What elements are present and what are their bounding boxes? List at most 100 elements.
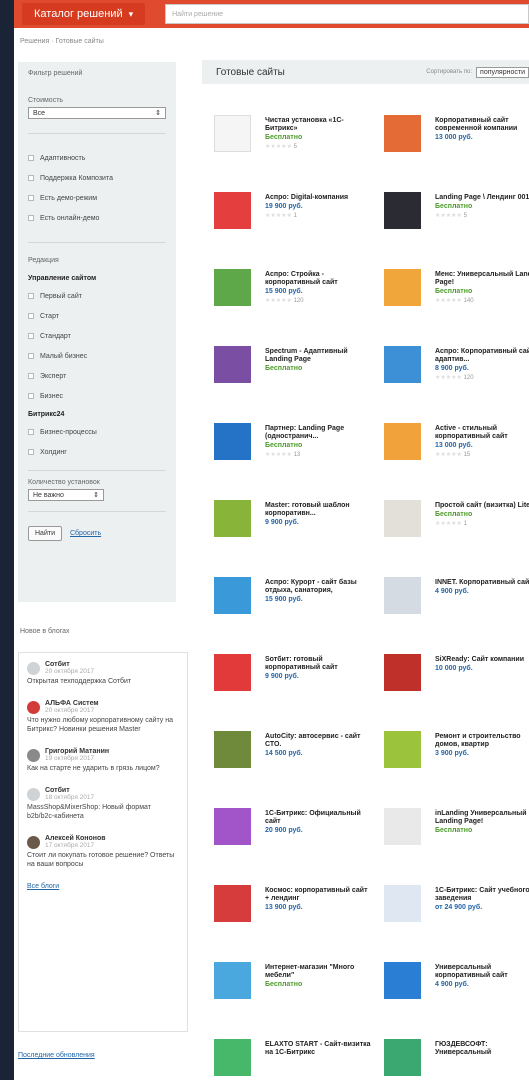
all-blogs-link[interactable]: Все блоги <box>27 883 179 890</box>
checkbox-icon[interactable] <box>28 215 34 221</box>
blog-text[interactable]: Что нужно любому корпоративному сайту на… <box>27 716 179 734</box>
solution-card[interactable]: Sотбит: готовый корпоративный сайт 9 900 … <box>214 654 374 724</box>
blog-author[interactable]: Сотбит <box>45 661 94 668</box>
solution-card[interactable]: Универсальный корпоративный сайт 4 900 ру… <box>384 962 529 1032</box>
solution-card[interactable]: SiXReady: Сайт компании 10 000 руб. <box>384 654 529 724</box>
solution-card[interactable]: INNET. Корпоративный сайт v84 900 руб. <box>384 577 529 647</box>
solution-title[interactable]: AutoCity: автосервис - сайт СТО. <box>265 733 373 749</box>
blog-author[interactable]: Сотбит <box>45 787 94 794</box>
solution-title[interactable]: 1С-Битрикс: Сайт учебного заведения <box>435 887 529 903</box>
checkbox-icon[interactable] <box>28 175 34 181</box>
checkbox-icon[interactable] <box>28 313 34 319</box>
installs-select[interactable]: Не важно ⇕ <box>28 489 104 501</box>
solution-thumbnail[interactable] <box>384 346 421 383</box>
filter-checkbox[interactable]: Поддержка Композита <box>28 168 166 188</box>
blog-item[interactable]: Григорий Матанин 19 октября 2017 Как на ст… <box>27 748 179 773</box>
solution-card[interactable]: Корпоративный сайт современной компании 1… <box>384 115 529 185</box>
find-button[interactable]: Найти <box>28 526 62 541</box>
blog-text[interactable]: Стоит ли покупать готовое решение? Ответ… <box>27 851 179 869</box>
filter-checkbox[interactable]: Первый сайт <box>28 286 166 306</box>
solution-card[interactable]: Интернет-магазин "Много мебели" Бесплатно <box>214 962 374 1032</box>
solution-thumbnail[interactable] <box>384 808 421 845</box>
filter-checkbox[interactable]: Адаптивность <box>28 148 166 168</box>
filter-checkbox[interactable]: Эксперт <box>28 366 166 386</box>
solution-thumbnail[interactable] <box>214 269 251 306</box>
solution-thumbnail[interactable] <box>214 500 251 537</box>
solution-title[interactable]: ГЮЗДЕВСОФТ: Универсальный <box>435 1041 529 1057</box>
blog-author[interactable]: АЛЬФА Систем <box>45 700 99 707</box>
solution-card[interactable]: ELAXTO START - Сайт-визитка на 1С-Битрик… <box>214 1039 374 1080</box>
blog-item[interactable]: Сотбит 20 октября 2017 Открытая техподдерж… <box>27 661 179 686</box>
solution-title[interactable]: Spectrum - Адаптивный Landing Page <box>265 348 373 364</box>
solution-card[interactable]: Ремонт и строительство домов, квартир 3 9… <box>384 731 529 801</box>
solution-thumbnail[interactable] <box>214 1039 251 1076</box>
solution-thumbnail[interactable] <box>384 423 421 460</box>
solution-thumbnail[interactable] <box>384 269 421 306</box>
solution-card[interactable]: 1С-Битрикс: Сайт учебного заведения от 24… <box>384 885 529 955</box>
blog-text[interactable]: MassShop&MixerShop: Новый формат b2b/b2c… <box>27 803 179 821</box>
solution-title[interactable]: Менс: Универсальный Landing Page! <box>435 271 529 287</box>
filter-checkbox[interactable]: Старт <box>28 306 166 326</box>
solution-title[interactable]: Аспро: Стройка - корпоративный сайт <box>265 271 373 287</box>
solution-title[interactable]: Sотбит: готовый корпоративный сайт <box>265 656 373 672</box>
solution-card[interactable]: inLanding Универсальный Landing Page! Бес… <box>384 808 529 878</box>
solution-card[interactable]: Космос: корпоративный сайт + лендинг 13 9… <box>214 885 374 955</box>
checkbox-icon[interactable] <box>28 155 34 161</box>
solution-thumbnail[interactable] <box>214 731 251 768</box>
solution-thumbnail[interactable] <box>384 115 421 152</box>
last-updates-link[interactable]: Последние обновления <box>18 1052 95 1059</box>
solution-thumbnail[interactable] <box>214 808 251 845</box>
solution-thumbnail[interactable] <box>384 654 421 691</box>
solution-thumbnail[interactable] <box>384 577 421 614</box>
blog-item[interactable]: Алексей Кононов 17 октября 2017 Стоит ли п… <box>27 835 179 869</box>
blog-author[interactable]: Алексей Кононов <box>45 835 106 842</box>
solution-thumbnail[interactable] <box>384 962 421 999</box>
solution-title[interactable]: 1С-Битрикс: Официальный сайт <box>265 810 373 826</box>
solution-card[interactable]: Аспро: Digital-компания 19 900 руб. ★★★★★ … <box>214 192 374 262</box>
solution-card[interactable]: Аспро: Корпоративный сайт, адаптив... 8 9… <box>384 346 529 416</box>
solution-thumbnail[interactable] <box>384 500 421 537</box>
solution-title[interactable]: Партнер: Landing Page (одностранич... <box>265 425 373 441</box>
checkbox-icon[interactable] <box>28 393 34 399</box>
solution-title[interactable]: Landing Page \ Лендинг 001 <box>435 194 529 202</box>
solution-thumbnail[interactable] <box>214 192 251 229</box>
solution-title[interactable]: ELAXTO START - Сайт-визитка на 1С-Битрик… <box>265 1041 373 1057</box>
solution-card[interactable]: Менс: Универсальный Landing Page!Бесплат… <box>384 269 529 339</box>
solution-title[interactable]: Аспро: Корпоративный сайт, адаптив... <box>435 348 529 364</box>
solution-thumbnail[interactable] <box>214 885 251 922</box>
solution-card[interactable]: Чистая установка «1С-Битрикс» Бесплатно ★★… <box>214 115 374 185</box>
blog-text[interactable]: Открытая техподдержка Сотбит <box>27 677 179 686</box>
solution-card[interactable]: Spectrum - Адаптивный Landing Page Беспла… <box>214 346 374 416</box>
checkbox-icon[interactable] <box>28 333 34 339</box>
catalog-dropdown[interactable]: Каталог решений ▾ <box>22 3 146 25</box>
solution-title[interactable]: Корпоративный сайт современной компании <box>435 117 529 133</box>
blog-item[interactable]: Сотбит 18 октября 2017 MassShop&MixerShop:… <box>27 787 179 821</box>
blog-author[interactable]: Григорий Матанин <box>45 748 109 755</box>
blog-text[interactable]: Как на старте не ударить в грязь лицом? <box>27 764 179 773</box>
filter-checkbox[interactable]: Бизнес-процессы <box>28 422 166 442</box>
solution-title[interactable]: SiXReady: Сайт компании <box>435 656 529 664</box>
solution-thumbnail[interactable] <box>384 885 421 922</box>
filter-checkbox[interactable]: Есть онлайн-демо <box>28 208 166 228</box>
search-input[interactable]: Найти решение <box>165 4 529 24</box>
blog-item[interactable]: АЛЬФА Систем 20 октября 2017 Что нужно люб… <box>27 700 179 734</box>
solution-thumbnail[interactable] <box>214 654 251 691</box>
solution-title[interactable]: INNET. Корпоративный сайт v8 <box>435 579 529 587</box>
filter-checkbox[interactable]: Малый бизнес <box>28 346 166 366</box>
solution-title[interactable]: Ремонт и строительство домов, квартир <box>435 733 529 749</box>
solution-card[interactable]: ГЮЗДЕВСОФТ: Универсальный <box>384 1039 529 1080</box>
solution-card[interactable]: Простой сайт (визитка) Lite Бесплатно ★★★★… <box>384 500 529 570</box>
solution-card[interactable]: Партнер: Landing Page (одностранич... Бес… <box>214 423 374 493</box>
solution-title[interactable]: Чистая установка «1С-Битрикс» <box>265 117 373 133</box>
solution-card[interactable]: Landing Page \ Лендинг 001 Бесплатно ★★★★★… <box>384 192 529 262</box>
solution-title[interactable]: Аспро: Digital-компания <box>265 194 373 202</box>
filter-checkbox[interactable]: Холдинг <box>28 442 166 462</box>
price-select[interactable]: Все ⇕ <box>28 107 166 119</box>
sort-select[interactable]: популярности <box>476 66 529 78</box>
reset-link[interactable]: Сбросить <box>70 530 101 537</box>
solution-title[interactable]: Универсальный корпоративный сайт <box>435 964 529 980</box>
solution-card[interactable]: Аспро: Стройка - корпоративный сайт 15 90… <box>214 269 374 339</box>
solution-card[interactable]: 1С-Битрикс: Официальный сайт 20 900 руб. <box>214 808 374 878</box>
solution-thumbnail[interactable] <box>214 577 251 614</box>
filter-checkbox[interactable]: Стандарт <box>28 326 166 346</box>
